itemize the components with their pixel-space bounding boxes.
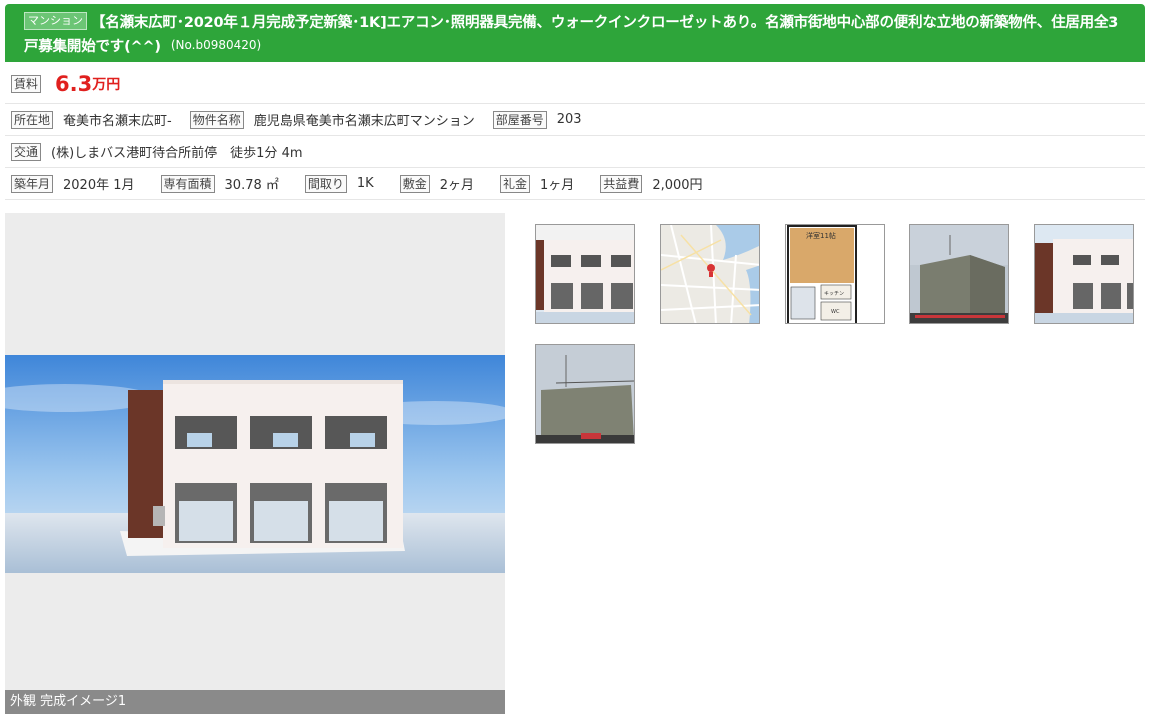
common-fee-label: 共益費 <box>600 174 643 193</box>
key-money-label: 礼金 <box>500 174 531 193</box>
built-date-value: 2020年 1月 <box>63 178 135 193</box>
title-line-2: 戸募集開始です(^^) (No.b0980420) <box>24 33 1137 57</box>
photo-caption: 外観 完成イメージ1 <box>5 690 505 714</box>
property-name-value: 鹿児島県奄美市名瀬末広町マンション <box>253 114 475 129</box>
listing-title-continued: 戸募集開始です(^^) <box>24 38 161 55</box>
deposit-label: 敷金 <box>399 174 430 193</box>
floorplan-room-text: 洋室11帖 <box>806 231 836 240</box>
property-type-badge: マンション <box>24 12 87 30</box>
deposit-value: 2ヶ月 <box>439 178 474 193</box>
room-number-value: 203 <box>556 112 582 127</box>
spec-row: 築年月 2020年 1月 専有面積 30.78 ㎡ 間取り 1K 敷金 2ヶ月 … <box>5 168 1145 200</box>
thumbnail-construction-1[interactable] <box>909 224 1009 324</box>
thumbnail-floorplan[interactable]: 洋室11帖 キッチン WC <box>785 224 885 324</box>
address-label: 所在地 <box>11 110 54 129</box>
floorplan-wc-text: WC <box>831 309 840 315</box>
rent-unit: 万円 <box>92 76 121 93</box>
access-value: (株)しまバス港町待合所前停 徒歩1分 4m <box>51 146 303 161</box>
floor-area-label: 専有面積 <box>160 174 215 193</box>
construction-photo-thumb <box>910 225 1008 323</box>
built-date-label: 築年月 <box>11 174 54 193</box>
thumbnail-construction-2[interactable] <box>535 344 635 444</box>
main-photo[interactable]: 外観 完成イメージ1 <box>5 213 505 714</box>
floorplan-kitchen-text: キッチン <box>824 291 844 297</box>
listing-title-bar: マンション 【名瀬末広町･2020年１月完成予定新築･1K]エアコン･照明器具完… <box>5 4 1145 62</box>
location-row: 所在地 奄美市名瀬末広町- 物件名称 鹿児島県奄美市名瀬末広町マンション 部屋番… <box>5 104 1145 136</box>
rent-amount: 6.3 <box>55 71 93 96</box>
listing-title: 【名瀬末広町･2020年１月完成予定新築･1K]エアコン･照明器具完備、ウォーク… <box>91 14 1119 31</box>
map-thumb <box>661 225 759 323</box>
thumbnail-map[interactable] <box>660 224 760 324</box>
building-render-thumb <box>536 225 634 323</box>
floorplan-thumb: 洋室11帖 キッチン WC <box>786 225 884 323</box>
property-name-label: 物件名称 <box>189 110 244 129</box>
thumbnail-building-render-2[interactable] <box>1034 224 1134 324</box>
rent-label: 賃料 <box>11 74 42 93</box>
access-row: 交通 (株)しまバス港町待合所前停 徒歩1分 4m <box>5 136 1145 168</box>
building-render-thumb <box>1035 225 1133 323</box>
building-render-image <box>5 355 505 573</box>
access-label: 交通 <box>11 142 42 161</box>
title-line-1: マンション 【名瀬末広町･2020年１月完成予定新築･1K]エアコン･照明器具完… <box>24 9 1137 33</box>
room-number-label: 部屋番号 <box>492 110 547 129</box>
floor-area-value: 30.78 ㎡ <box>224 178 279 193</box>
thumbnail-building-render-1[interactable] <box>535 224 635 324</box>
construction-photo-thumb <box>536 345 634 443</box>
rent-row: 賃料 6.3 万円 <box>5 64 1145 104</box>
address-value: 奄美市名瀬末広町- <box>63 114 172 129</box>
property-number: (No.b0980420) <box>170 38 262 52</box>
layout-value: 1K <box>356 176 374 191</box>
layout-label: 間取り <box>304 174 347 193</box>
key-money-value: 1ヶ月 <box>540 178 575 193</box>
common-fee-value: 2,000円 <box>652 178 703 193</box>
